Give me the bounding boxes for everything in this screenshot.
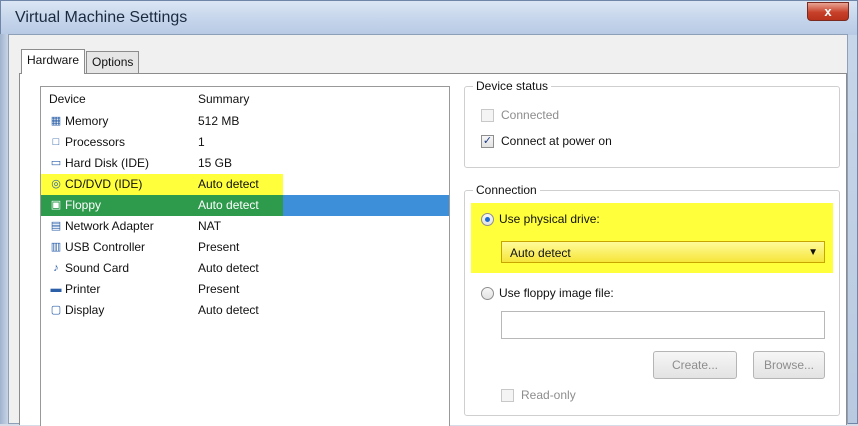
device-row-display[interactable]: ▢ Display Auto detect	[41, 300, 449, 321]
read-only-label: Read-only	[521, 388, 576, 402]
device-name: Network Adapter	[65, 219, 154, 233]
device-row-processor[interactable]: □ Processors 1	[41, 132, 449, 153]
browse-button[interactable]: Browse...	[753, 351, 825, 379]
tab-hardware[interactable]: Hardware	[21, 49, 86, 74]
read-only-checkbox[interactable]	[501, 389, 514, 402]
memory-icon: ▦	[50, 115, 62, 127]
create-button[interactable]: Create...	[653, 351, 737, 379]
drive-select[interactable]: Auto detect ▼	[501, 241, 825, 263]
window-left-edge	[0, 34, 8, 424]
device-name: USB Controller	[65, 240, 146, 254]
device-status-title: Device status	[473, 79, 552, 93]
use-physical-drive-label: Use physical drive:	[499, 212, 600, 226]
connection-title: Connection	[473, 183, 540, 197]
device-status-group: Device status Connected ✓ Connect at pow…	[464, 79, 840, 168]
device-summary: Auto detect	[198, 303, 259, 317]
sound-card-icon: ♪	[53, 262, 59, 274]
close-icon: x	[824, 4, 832, 19]
device-name: Floppy	[65, 198, 102, 212]
usb-controller-icon: ▥	[50, 241, 62, 253]
device-summary: 15 GB	[198, 156, 233, 170]
printer-icon: ▬	[50, 283, 62, 295]
close-button[interactable]: x	[807, 2, 849, 21]
device-name: Hard Disk (IDE)	[65, 156, 150, 170]
connect-at-power-on-checkbox[interactable]: ✓	[481, 135, 494, 148]
window-title: Virtual Machine Settings	[15, 9, 188, 26]
column-header-summary[interactable]: Summary	[198, 92, 249, 106]
processor-icon: □	[52, 136, 60, 148]
title-bar[interactable]: Virtual Machine Settings x	[1, 1, 857, 35]
floppy-icon: ▣	[50, 199, 62, 211]
use-physical-drive-radio[interactable]	[481, 213, 494, 226]
device-summary: NAT	[198, 219, 222, 233]
drive-select-value: Auto detect	[510, 246, 571, 260]
connect-at-power-on-label: Connect at power on	[501, 134, 612, 148]
use-floppy-image-label: Use floppy image file:	[499, 286, 614, 300]
use-floppy-image-radio[interactable]	[481, 287, 494, 300]
chevron-down-icon: ▼	[808, 247, 818, 258]
device-name: Printer	[65, 282, 101, 296]
column-header-device[interactable]: Device	[49, 92, 86, 106]
device-row-usb-controller[interactable]: ▥ USB Controller Present	[41, 237, 449, 258]
device-row-hard-disk[interactable]: ▭ Hard Disk (IDE) 15 GB	[41, 153, 449, 174]
device-list-header: Device Summary	[41, 87, 449, 109]
device-row-sound-card[interactable]: ♪ Sound Card Auto detect	[41, 258, 449, 279]
device-name: Memory	[65, 114, 109, 128]
tab-strip: Hardware Options	[21, 49, 140, 74]
hard-disk-icon: ▭	[50, 157, 62, 169]
device-name: Sound Card	[65, 261, 130, 275]
device-row-memory[interactable]: ▦ Memory 512 MB	[41, 111, 449, 132]
device-summary: Auto detect	[198, 177, 259, 191]
floppy-image-path-input[interactable]	[501, 311, 825, 339]
device-summary: 1	[198, 135, 205, 149]
device-summary: 512 MB	[198, 114, 240, 128]
display-icon: ▢	[50, 304, 62, 316]
connection-group: Connection Use physical drive: Auto dete…	[464, 183, 840, 416]
device-name: Processors	[65, 135, 126, 149]
dialog-client-area: Hardware Options Device Summary ▦ Memory 5…	[8, 34, 848, 426]
cd-dvd-icon: ◎	[51, 178, 61, 190]
device-row-printer[interactable]: ▬ Printer Present	[41, 279, 449, 300]
device-row-network-adapter[interactable]: ▤ Network Adapter NAT	[41, 216, 449, 237]
device-summary: Present	[198, 282, 240, 296]
connected-checkbox[interactable]	[481, 109, 494, 122]
device-list[interactable]: Device Summary ▦ Memory 512 MB □ Processors 1…	[40, 86, 450, 426]
tab-options[interactable]: Options	[86, 51, 140, 73]
device-row-cd-dvd[interactable]: ◎ CD/DVD (IDE) Auto detect	[41, 174, 449, 195]
device-summary: Auto detect	[198, 198, 259, 212]
device-summary: Auto detect	[198, 261, 259, 275]
device-name: Display	[65, 303, 105, 317]
device-name: CD/DVD (IDE)	[65, 177, 143, 191]
network-adapter-icon: ▤	[50, 220, 62, 232]
connected-label: Connected	[501, 108, 560, 122]
hardware-panel: Device Summary ▦ Memory 512 MB □ Processors 1…	[19, 73, 847, 426]
device-summary: Present	[198, 240, 240, 254]
device-row-floppy[interactable]: ▣ Floppy Auto detect	[41, 195, 449, 216]
checkmark-icon: ✓	[482, 135, 493, 147]
